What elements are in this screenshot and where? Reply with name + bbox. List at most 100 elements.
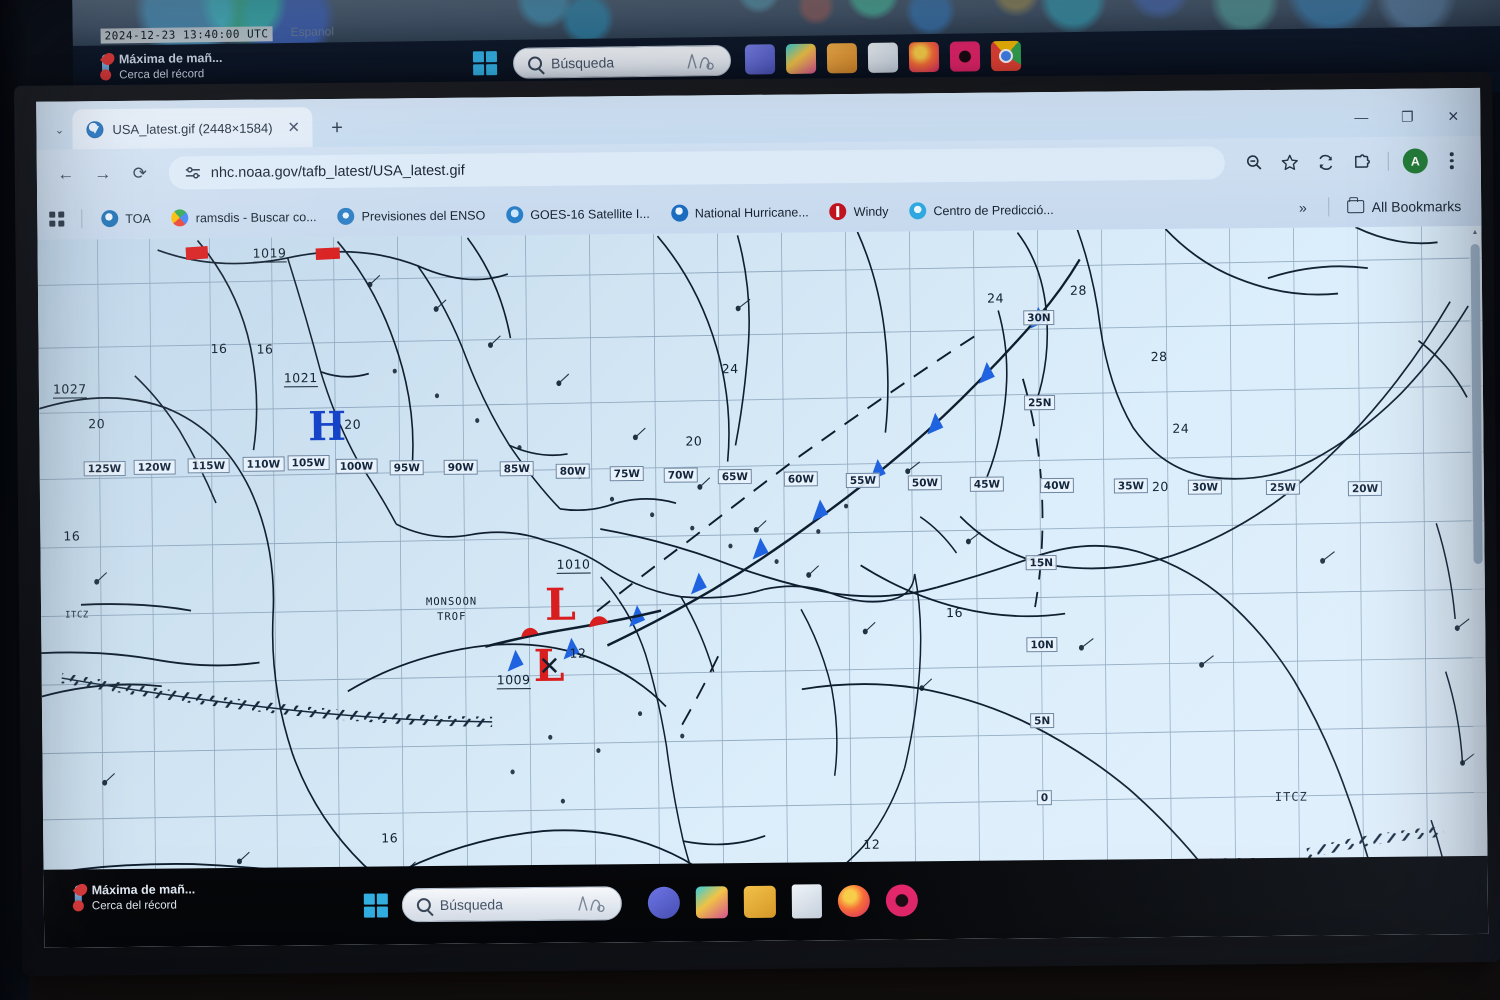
isobar-1009-left: 1009 — [496, 672, 531, 690]
bookmark-goes16[interactable]: GOES-16 Satellite I... — [497, 201, 659, 228]
top-weather-widget[interactable]: Máxima de mañ... Cerca del récord — [99, 50, 223, 83]
firefox-icon[interactable] — [908, 41, 940, 73]
document-icon[interactable] — [867, 42, 899, 73]
lon-label-120w: 120W — [133, 459, 176, 475]
bookmark-label: GOES-16 Satellite I... — [530, 206, 650, 222]
forward-button[interactable]: → — [86, 156, 120, 190]
isotherm-12-center: 12 — [569, 645, 587, 661]
address-bar[interactable]: nhc.noaa.gov/tafb_latest/USA_latest.gif — [168, 146, 1225, 190]
avatar[interactable]: A — [1402, 148, 1428, 174]
weather-subline: Cerca del récord — [91, 899, 177, 912]
chrome-icon[interactable] — [990, 40, 1022, 72]
goes-icon — [506, 206, 524, 224]
search-placeholder: Búsqueda — [550, 53, 615, 71]
file-explorer-icon[interactable] — [826, 43, 858, 74]
isobar-1021: 1021 — [283, 370, 318, 388]
cold-front — [606, 258, 1081, 647]
start-button[interactable] — [363, 893, 388, 918]
lon-label-125w: 125W — [83, 460, 126, 477]
station-plots — [94, 274, 1475, 919]
minimize-button[interactable]: — — [1338, 97, 1384, 137]
surface-analysis-chart — [37, 226, 1488, 948]
taskbar-center-cluster: Búsqueda — [363, 883, 919, 923]
chrome-browser-window: ⌄ USA_latest.gif (2448×1584) ✕ + — ❐ ✕ ←… — [36, 87, 1489, 948]
bottom-weather-widget[interactable]: Máxima de mañ... Cerca del récord — [72, 881, 196, 913]
sync-icon[interactable] — [1309, 145, 1343, 179]
start-button[interactable] — [472, 51, 498, 76]
high-pressure-center: H — [308, 402, 347, 451]
kebab-menu-icon[interactable] — [1435, 144, 1469, 178]
isotherm-16-left2: 16 — [256, 341, 274, 357]
lon-label-90w: 90W — [443, 459, 478, 475]
lon-label-75w: 75W — [609, 465, 645, 482]
main-monitor: ⌄ USA_latest.gif (2448×1584) ✕ + — ❐ ✕ ←… — [14, 71, 1500, 976]
isotherm-28-upper: 28 — [1069, 282, 1087, 298]
lon-label-35w: 35W — [1113, 478, 1149, 494]
windows-taskbar[interactable]: Máxima de mañ... Cerca del récord Búsque… — [43, 855, 1489, 948]
reload-button[interactable]: ⟳ — [123, 156, 157, 190]
bookmark-label: TOA — [125, 211, 151, 226]
isotherm-16-bottomleft: 16 — [381, 830, 399, 846]
isotherm-20-mid: 20 — [685, 433, 703, 449]
weather-headline: Máxima de mañ... — [91, 882, 196, 898]
top-taskbar-icon-row[interactable] — [744, 40, 1022, 75]
lon-label-60w: 60W — [783, 471, 819, 487]
search-icon — [416, 898, 431, 913]
store-icon[interactable] — [785, 43, 817, 75]
bookmark-label: Windy — [853, 204, 889, 219]
map-image-viewport[interactable]: 125W 120W 115W 110W 105W 100W 95W 90W 85… — [37, 225, 1489, 948]
isotherm-16-centerright: 16 — [946, 604, 964, 621]
star-icon[interactable] — [1273, 145, 1307, 179]
taskbar-icon-row[interactable] — [647, 883, 919, 920]
copilot-icon[interactable] — [682, 50, 716, 72]
opera-icon[interactable] — [949, 41, 981, 72]
teams-icon[interactable] — [744, 44, 776, 75]
taskbar-search-box[interactable]: Búsqueda — [512, 44, 732, 79]
lon-label-25w: 25W — [1265, 479, 1301, 496]
taskbar-search-box[interactable]: Búsqueda — [401, 886, 623, 923]
store-icon[interactable] — [695, 886, 729, 919]
maximize-restore-button[interactable]: ❐ — [1384, 96, 1430, 136]
new-tab-button[interactable]: + — [322, 113, 352, 143]
isotherm-24-right: 24 — [1172, 420, 1190, 436]
document-icon[interactable] — [791, 884, 823, 919]
bookmark-toa[interactable]: TOA — [92, 206, 160, 232]
trough-dashed — [596, 330, 1044, 726]
bookmark-national-hurricane[interactable]: National Hurricane... — [662, 199, 818, 225]
tab-search-chevron-icon[interactable]: ⌄ — [46, 109, 72, 149]
bookmark-ramsdis[interactable]: ramsdis - Buscar co... — [163, 204, 326, 231]
file-explorer-icon[interactable] — [743, 885, 777, 919]
opera-icon[interactable] — [885, 884, 919, 917]
close-window-button[interactable]: ✕ — [1430, 96, 1476, 136]
itcz-hatched — [61, 672, 1445, 887]
bookmark-centro-prediccion[interactable]: Centro de Predicció... — [900, 197, 1062, 224]
satellite-timestamp: 2024-12-23 13:40:00 UTC — [100, 26, 273, 44]
enso-icon — [337, 207, 355, 225]
teams-icon[interactable] — [647, 886, 681, 919]
screenshot-root: 2024-12-23 13:40:00 UTC Espanol Máxima d… — [0, 0, 1500, 1000]
close-tab-icon[interactable]: ✕ — [281, 118, 300, 136]
scroll-up-arrow[interactable]: ▲ — [1468, 226, 1481, 239]
vertical-scroll-thumb[interactable] — [1470, 243, 1483, 565]
bookmark-enso[interactable]: Previsiones del ENSO — [329, 202, 495, 229]
lat-label-15n: 15N — [1025, 555, 1058, 571]
page-settings-icon[interactable] — [185, 166, 201, 179]
lon-label-45w: 45W — [969, 476, 1005, 492]
isotherm-20-left: 20 — [88, 416, 106, 432]
bookmarks-overflow-chevron[interactable]: » — [1288, 199, 1318, 215]
google-icon — [171, 209, 189, 227]
isotherm-12-bottom: 12 — [863, 836, 881, 852]
browser-tab-active[interactable]: USA_latest.gif (2448×1584) ✕ — [72, 107, 313, 150]
lat-label-5n: 5N — [1030, 713, 1055, 729]
back-button[interactable]: ← — [49, 157, 83, 191]
window-controls: — ❐ ✕ — [1338, 96, 1480, 137]
extensions-icon[interactable] — [1345, 144, 1379, 178]
apps-grid-icon[interactable] — [49, 211, 65, 227]
search-icon — [527, 55, 543, 71]
bookmark-windy[interactable]: Windy — [821, 199, 898, 225]
main-monitor-screen: ⌄ USA_latest.gif (2448×1584) ✕ + — ❐ ✕ ←… — [36, 87, 1489, 948]
all-bookmarks-button[interactable]: All Bookmarks — [1339, 194, 1470, 219]
zoom-out-icon[interactable] — [1237, 145, 1271, 179]
firefox-icon[interactable] — [837, 884, 871, 918]
copilot-icon[interactable] — [573, 892, 607, 914]
